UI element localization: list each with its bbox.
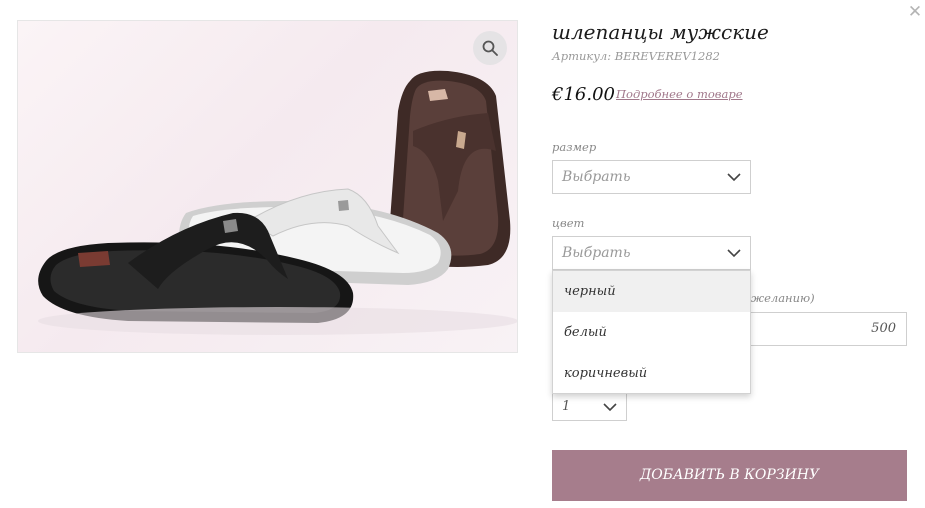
custom-amount-label: желанию) <box>751 291 815 305</box>
add-to-cart-button[interactable]: ДОБАВИТЬ В КОРЗИНУ <box>552 450 907 501</box>
color-label: цвет <box>552 216 585 230</box>
product-price: €16.00 <box>552 84 615 105</box>
product-sku: Артикул: BEREVEREV1282 <box>552 49 720 63</box>
size-select-value: Выбрать <box>562 169 631 185</box>
color-option-black[interactable]: черный <box>553 271 750 312</box>
color-option-white[interactable]: белый <box>553 312 750 353</box>
size-label: размер <box>552 140 597 154</box>
chevron-down-icon <box>603 403 617 412</box>
custom-amount-input[interactable]: 500 <box>751 312 907 346</box>
chevron-down-icon <box>727 249 741 258</box>
close-icon[interactable]: ✕ <box>907 4 923 21</box>
quantity-value: 1 <box>562 399 571 414</box>
search-icon <box>482 40 498 56</box>
color-dropdown-menu: черный белый коричневый <box>552 270 751 394</box>
quantity-select[interactable]: 1 <box>552 392 627 421</box>
color-select-value: Выбрать <box>562 245 631 261</box>
sandals-illustration <box>38 70 517 335</box>
zoom-button[interactable] <box>473 31 507 65</box>
chevron-down-icon <box>727 173 741 182</box>
product-image <box>17 20 518 353</box>
color-select[interactable]: Выбрать <box>552 236 751 270</box>
color-option-brown[interactable]: коричневый <box>553 353 750 394</box>
product-details-link[interactable]: Подробнее о товаре <box>616 87 743 101</box>
size-select[interactable]: Выбрать <box>552 160 751 194</box>
product-title: шлепанцы мужские <box>552 20 769 44</box>
